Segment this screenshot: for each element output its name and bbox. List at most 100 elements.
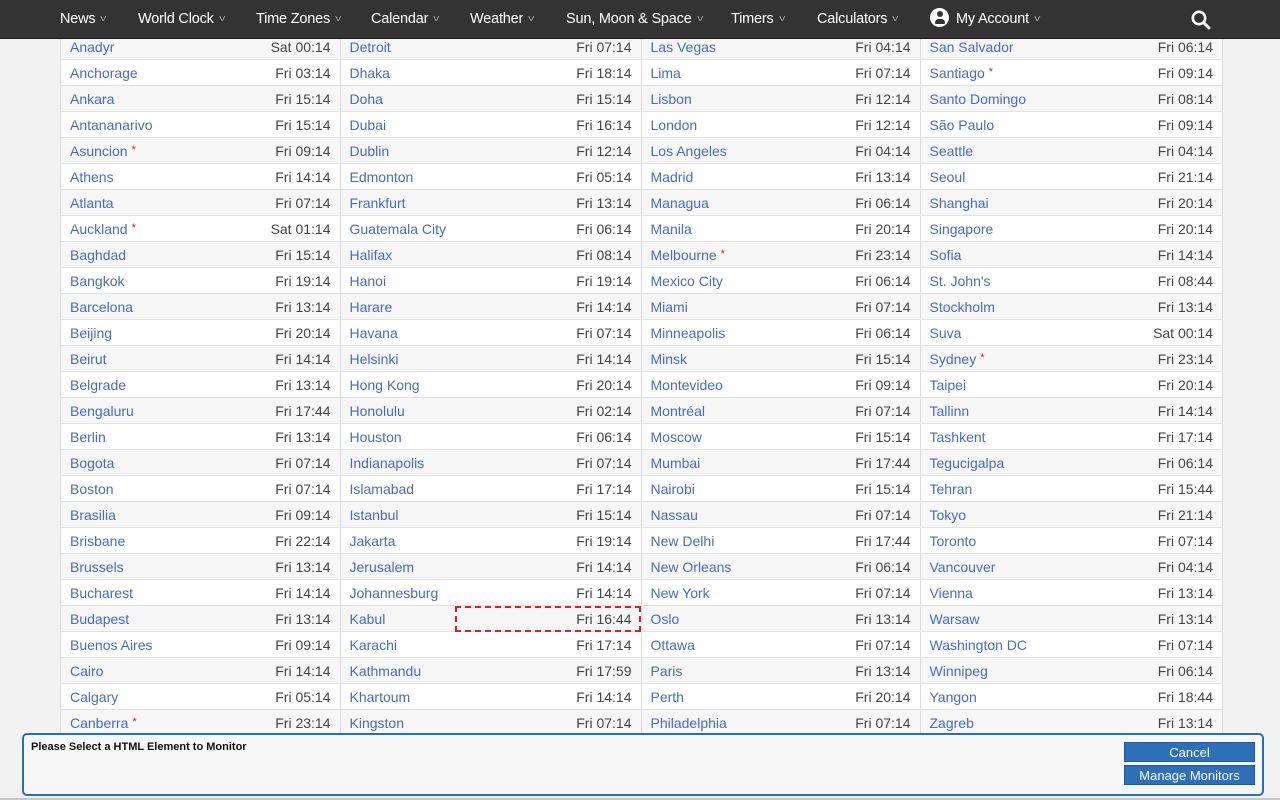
nav-item-weather[interactable]: Weather v: [470, 0, 535, 39]
city-link[interactable]: Edmonton: [340, 163, 455, 190]
city-link[interactable]: Vancouver: [920, 553, 1035, 580]
city-link[interactable]: Dublin: [340, 137, 455, 164]
city-link[interactable]: Kabul: [340, 605, 455, 632]
city-link[interactable]: Hong Kong: [340, 371, 455, 398]
city-link[interactable]: Lima: [641, 59, 756, 86]
city-link[interactable]: Las Vegas: [641, 39, 756, 60]
city-link[interactable]: Managua: [641, 189, 756, 216]
city-link[interactable]: Asuncion *: [61, 137, 176, 164]
city-link[interactable]: Montréal: [641, 397, 756, 424]
city-link[interactable]: St. John's: [920, 267, 1035, 294]
city-link[interactable]: Stockholm: [920, 293, 1035, 320]
city-link[interactable]: New York: [641, 579, 756, 606]
city-link[interactable]: London: [641, 111, 756, 138]
city-link[interactable]: Johannesburg: [340, 579, 455, 606]
city-link[interactable]: Ankara: [61, 85, 176, 112]
city-link[interactable]: Melbourne *: [641, 241, 756, 268]
city-link[interactable]: San Salvador: [920, 39, 1035, 60]
city-link[interactable]: Cairo: [61, 657, 176, 684]
city-link[interactable]: Moscow: [641, 423, 756, 450]
city-link[interactable]: Warsaw: [920, 605, 1035, 632]
city-link[interactable]: Paris: [641, 657, 756, 684]
city-link[interactable]: Sofia: [920, 241, 1035, 268]
city-link[interactable]: Havana: [340, 319, 455, 346]
nav-item-world-clock[interactable]: World Clock v: [138, 0, 225, 39]
city-link[interactable]: Anchorage: [61, 59, 176, 86]
city-link[interactable]: Istanbul: [340, 501, 455, 528]
city-link[interactable]: Washington DC: [920, 631, 1035, 658]
city-link[interactable]: Khartoum: [340, 683, 455, 710]
city-link[interactable]: Bengaluru: [61, 397, 176, 424]
city-link[interactable]: Zagreb: [920, 709, 1035, 736]
city-link[interactable]: São Paulo: [920, 111, 1035, 138]
city-link[interactable]: Nassau: [641, 501, 756, 528]
city-link[interactable]: Lisbon: [641, 85, 756, 112]
nav-item-my-account[interactable]: My Account v: [930, 0, 1040, 39]
city-link[interactable]: Bogota: [61, 449, 176, 476]
city-link[interactable]: Canberra *: [61, 709, 176, 736]
city-link[interactable]: Sydney *: [920, 345, 1035, 372]
city-link[interactable]: Belgrade: [61, 371, 176, 398]
city-link[interactable]: Budapest: [61, 605, 176, 632]
nav-item-calculators[interactable]: Calculators v: [817, 0, 899, 39]
city-link[interactable]: Anadyr: [61, 39, 176, 60]
city-link[interactable]: Berlin: [61, 423, 176, 450]
city-link[interactable]: Jerusalem: [340, 553, 455, 580]
city-link[interactable]: Tokyo: [920, 501, 1035, 528]
city-link[interactable]: Miami: [641, 293, 756, 320]
city-link[interactable]: Dubai: [340, 111, 455, 138]
city-link[interactable]: Detroit: [340, 39, 455, 60]
city-link[interactable]: Toronto: [920, 527, 1035, 554]
city-link[interactable]: Helsinki: [340, 345, 455, 372]
cancel-button[interactable]: Cancel: [1124, 742, 1255, 762]
city-link[interactable]: Taipei: [920, 371, 1035, 398]
city-link[interactable]: Karachi: [340, 631, 455, 658]
nav-item-timers[interactable]: Timers v: [731, 0, 785, 39]
city-link[interactable]: Frankfurt: [340, 189, 455, 216]
nav-item-sun-moon-space[interactable]: Sun, Moon & Space v: [566, 0, 703, 39]
city-link[interactable]: Barcelona: [61, 293, 176, 320]
city-link[interactable]: Calgary: [61, 683, 176, 710]
city-link[interactable]: Perth: [641, 683, 756, 710]
manage-monitors-button[interactable]: Manage Monitors: [1124, 765, 1255, 785]
city-link[interactable]: Tashkent: [920, 423, 1035, 450]
city-link[interactable]: Mumbai: [641, 449, 756, 476]
city-link[interactable]: Atlanta: [61, 189, 176, 216]
nav-item-calendar[interactable]: Calendar v: [371, 0, 440, 39]
city-link[interactable]: Manila: [641, 215, 756, 242]
city-link[interactable]: Tallinn: [920, 397, 1035, 424]
city-link[interactable]: Madrid: [641, 163, 756, 190]
city-link[interactable]: Bucharest: [61, 579, 176, 606]
city-link[interactable]: Bangkok: [61, 267, 176, 294]
city-link[interactable]: Buenos Aires: [61, 631, 176, 658]
city-link[interactable]: Suva: [920, 319, 1035, 346]
city-link[interactable]: Baghdad: [61, 241, 176, 268]
city-link[interactable]: Honolulu: [340, 397, 455, 424]
city-link[interactable]: Brussels: [61, 553, 176, 580]
city-link[interactable]: Brasilia: [61, 501, 176, 528]
city-link[interactable]: Yangon: [920, 683, 1035, 710]
city-link[interactable]: Kathmandu: [340, 657, 455, 684]
city-link[interactable]: New Delhi: [641, 527, 756, 554]
city-link[interactable]: Tehran: [920, 475, 1035, 502]
city-link[interactable]: Tegucigalpa: [920, 449, 1035, 476]
city-link[interactable]: Brisbane: [61, 527, 176, 554]
city-link[interactable]: Los Angeles: [641, 137, 756, 164]
city-link[interactable]: Nairobi: [641, 475, 756, 502]
city-link[interactable]: Santo Domingo: [920, 85, 1035, 112]
city-link[interactable]: Seoul: [920, 163, 1035, 190]
city-link[interactable]: Islamabad: [340, 475, 455, 502]
city-link[interactable]: Ottawa: [641, 631, 756, 658]
city-link[interactable]: Minsk: [641, 345, 756, 372]
city-link[interactable]: Guatemala City: [340, 215, 455, 242]
city-link[interactable]: Athens: [61, 163, 176, 190]
city-link[interactable]: Jakarta: [340, 527, 455, 554]
city-link[interactable]: Santiago *: [920, 59, 1035, 86]
city-link[interactable]: Oslo: [641, 605, 756, 632]
search-button[interactable]: [1190, 9, 1212, 31]
city-link[interactable]: Philadelphia: [641, 709, 756, 736]
city-link[interactable]: New Orleans: [641, 553, 756, 580]
city-link[interactable]: Harare: [340, 293, 455, 320]
city-link[interactable]: Seattle: [920, 137, 1035, 164]
city-link[interactable]: Beirut: [61, 345, 176, 372]
